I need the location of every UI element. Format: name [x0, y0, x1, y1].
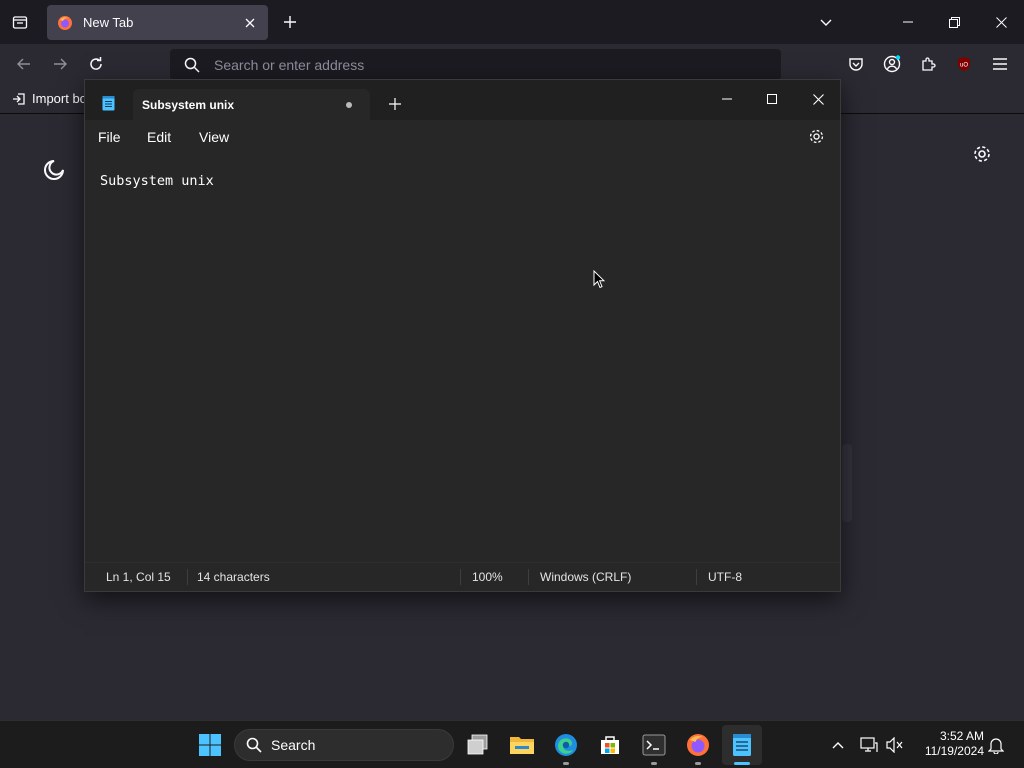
forward-arrow-icon[interactable]: [48, 52, 72, 76]
ublock-origin-icon[interactable]: uO: [952, 52, 976, 76]
notepad-taskbar-icon[interactable]: [726, 729, 758, 765]
edge-browser-icon[interactable]: [550, 729, 582, 765]
taskbar-search-box[interactable]: Search: [234, 729, 454, 761]
chevron-down-icon[interactable]: [815, 11, 837, 33]
notepad-app-icon: [102, 96, 115, 116]
taskbar-clock[interactable]: 3:52 AM 11/19/2024: [914, 729, 984, 759]
notepad-text-area[interactable]: Subsystem unix: [85, 154, 840, 562]
hamburger-menu-icon[interactable]: [988, 52, 1012, 76]
status-divider: [696, 569, 697, 585]
close-tab-icon[interactable]: [242, 15, 258, 31]
notepad-window: Subsystem unix File Edit View Subsystem …: [84, 79, 841, 592]
menu-file[interactable]: File: [98, 129, 121, 145]
chevron-up-icon[interactable]: [826, 733, 850, 757]
browser-restore-icon[interactable]: [931, 8, 977, 36]
running-indicator: [651, 762, 657, 765]
svg-text:uO: uO: [960, 63, 968, 69]
import-bookmarks-button[interactable]: Import bo: [12, 91, 87, 106]
status-zoom-level[interactable]: 100%: [472, 570, 503, 584]
notepad-new-tab-plus-icon[interactable]: [386, 95, 404, 113]
volume-muted-icon[interactable]: [883, 733, 907, 757]
status-divider: [460, 569, 461, 585]
notepad-menu-bar: File Edit View: [85, 120, 840, 154]
notepad-title-bar: Subsystem unix: [85, 80, 840, 121]
address-bar-placeholder: Search or enter address: [214, 56, 365, 73]
pocket-icon[interactable]: [844, 52, 868, 76]
notepad-tab-title: Subsystem unix: [142, 98, 235, 112]
terminal-icon[interactable]: [638, 729, 670, 765]
browser-close-icon[interactable]: [978, 8, 1024, 36]
firefox-logo-icon: [42, 158, 66, 187]
microsoft-store-icon[interactable]: [594, 729, 626, 761]
back-arrow-icon[interactable]: [12, 52, 36, 76]
active-indicator: [734, 762, 750, 765]
notepad-settings-gear-icon[interactable]: [808, 128, 825, 150]
file-explorer-icon[interactable]: [506, 729, 538, 761]
browser-minimize-icon[interactable]: [885, 8, 931, 36]
status-divider: [187, 569, 188, 585]
firefox-favicon-icon: [58, 15, 72, 30]
search-icon: [184, 57, 200, 73]
browser-tab-new-tab[interactable]: New Tab: [47, 5, 268, 40]
notepad-close-icon[interactable]: [803, 86, 833, 112]
search-icon: [246, 737, 262, 753]
running-indicator: [563, 762, 569, 765]
page-settings-gear-icon[interactable]: [972, 144, 992, 169]
notepad-tab[interactable]: Subsystem unix: [133, 89, 370, 121]
running-indicator: [695, 762, 701, 765]
notepad-minimize-icon[interactable]: [712, 86, 742, 112]
menu-edit[interactable]: Edit: [147, 129, 171, 145]
new-tab-plus-icon[interactable]: [279, 11, 301, 33]
windows-taskbar: Search 3:52 AM 11/19/2024: [0, 720, 1024, 768]
clock-time: 3:52 AM: [939, 729, 984, 743]
account-icon[interactable]: [880, 52, 904, 76]
import-icon: [13, 92, 25, 105]
notification-bell-icon[interactable]: [984, 733, 1008, 757]
windows-start-icon[interactable]: [194, 729, 226, 761]
browser-tab-bar: New Tab: [0, 0, 1024, 44]
status-divider: [528, 569, 529, 585]
reload-icon[interactable]: [84, 52, 108, 76]
status-character-count: 14 characters: [197, 570, 270, 584]
import-bookmarks-label: Import bo: [32, 91, 87, 106]
status-line-endings[interactable]: Windows (CRLF): [540, 570, 631, 584]
notepad-text-content: Subsystem unix: [100, 173, 214, 189]
address-bar[interactable]: Search or enter address: [170, 49, 781, 80]
status-encoding[interactable]: UTF-8: [708, 570, 742, 584]
taskbar-search-label: Search: [271, 737, 316, 753]
clock-date: 11/19/2024: [924, 744, 984, 758]
browser-tab-title: New Tab: [83, 15, 134, 30]
extensions-puzzle-icon[interactable]: [916, 52, 940, 76]
notepad-status-bar: Ln 1, Col 15 14 characters 100% Windows …: [85, 562, 840, 591]
status-cursor-position: Ln 1, Col 15: [106, 570, 171, 584]
notepad-maximize-icon[interactable]: [757, 86, 787, 112]
firefox-view-icon[interactable]: [8, 10, 32, 34]
browser-navigation-bar: Search or enter address uO: [0, 44, 1024, 84]
task-view-icon[interactable]: [462, 729, 494, 761]
scrollbar-thumb[interactable]: [842, 444, 852, 522]
network-icon[interactable]: [857, 733, 881, 757]
mouse-pointer-icon: [593, 269, 606, 293]
unsaved-indicator-dot: [346, 102, 352, 108]
firefox-taskbar-icon[interactable]: [682, 729, 714, 765]
menu-view[interactable]: View: [199, 129, 229, 145]
